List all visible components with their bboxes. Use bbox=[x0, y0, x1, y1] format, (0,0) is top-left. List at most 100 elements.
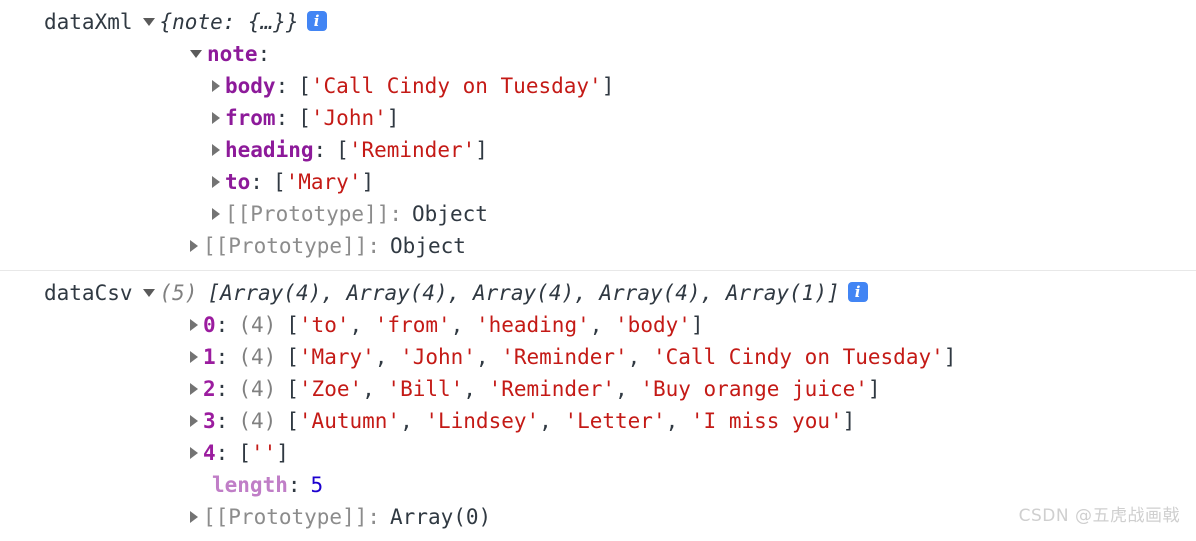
bracket-close: ] bbox=[386, 106, 400, 130]
variable-label-datacsv: dataCsv bbox=[44, 281, 133, 305]
string-value: 'I miss you' bbox=[690, 409, 843, 433]
console-row-index-2[interactable]: 2: (4) ['Zoe', 'Bill', 'Reminder', 'Buy or… bbox=[0, 373, 1196, 405]
bracket-close: ] bbox=[276, 441, 289, 465]
console-row-index-3[interactable]: 3: (4) ['Autumn', 'Lindsey', 'Letter', 'I … bbox=[0, 405, 1196, 437]
console-group-dataxml: dataXml {note: {…}} i note: body: ['Call Ci… bbox=[0, 0, 1196, 270]
colon: : bbox=[275, 74, 289, 98]
prototype-label: [[Prototype]] bbox=[203, 234, 368, 258]
disclosure-triangle-closed-icon[interactable] bbox=[212, 208, 220, 220]
bracket-open: [ bbox=[286, 345, 299, 369]
string-value: 'Letter' bbox=[564, 409, 666, 433]
string-value: 'to' bbox=[298, 313, 350, 337]
console-row-prototype-outer[interactable]: [[Prototype]]: Object bbox=[0, 230, 1196, 262]
console-row-body[interactable]: body: ['Call Cindy on Tuesday'] bbox=[0, 70, 1196, 102]
console-row-prototype-array[interactable]: [[Prototype]]: Array(0) bbox=[0, 501, 1196, 533]
disclosure-triangle-closed-icon[interactable] bbox=[190, 319, 198, 331]
string-value: 'heading' bbox=[475, 313, 590, 337]
comma: , bbox=[349, 313, 375, 337]
disclosure-triangle-open-icon[interactable] bbox=[142, 18, 155, 26]
array-index-key: 0 bbox=[203, 313, 216, 337]
comma: , bbox=[539, 409, 565, 433]
bracket-open: [ bbox=[238, 441, 251, 465]
console-row-note[interactable]: note: bbox=[0, 38, 1196, 70]
disclosure-triangle-closed-icon[interactable] bbox=[212, 176, 220, 188]
colon: : bbox=[367, 505, 381, 529]
console-row-datacsv-header[interactable]: dataCsv (5) [Array(4), Array(4), Array(4),… bbox=[0, 277, 1196, 309]
console-row-index-4[interactable]: 4: [''] bbox=[0, 437, 1196, 469]
string-value: 'Reminder' bbox=[488, 377, 616, 401]
colon: : bbox=[275, 106, 289, 130]
string-value-body: 'Call Cindy on Tuesday' bbox=[310, 74, 602, 98]
string-value-to: 'Mary' bbox=[285, 170, 362, 194]
colon: : bbox=[257, 42, 271, 66]
comma: , bbox=[362, 377, 388, 401]
disclosure-triangle-closed-icon[interactable] bbox=[212, 112, 220, 124]
array-length-count: (4) bbox=[238, 313, 277, 337]
disclosure-triangle-closed-icon[interactable] bbox=[190, 447, 198, 459]
string-value: 'Call Cindy on Tuesday' bbox=[652, 345, 944, 369]
colon: : bbox=[250, 170, 263, 194]
console-row-index-1[interactable]: 1: (4) ['Mary', 'John', 'Reminder', 'Call … bbox=[0, 341, 1196, 373]
property-key-to: to bbox=[225, 170, 251, 194]
string-value: 'Buy orange juice' bbox=[640, 377, 868, 401]
property-key-length: length bbox=[212, 473, 288, 497]
string-value: 'Reminder' bbox=[501, 345, 628, 369]
string-value: 'John' bbox=[400, 345, 476, 369]
string-value: 'Bill' bbox=[387, 377, 464, 401]
string-value: 'Autumn' bbox=[298, 409, 401, 433]
console-row-from[interactable]: from: ['John'] bbox=[0, 102, 1196, 134]
array-index-key: 2 bbox=[203, 377, 216, 401]
disclosure-triangle-closed-icon[interactable] bbox=[190, 351, 198, 363]
console-row-dataxml-header[interactable]: dataXml {note: {…}} i bbox=[0, 6, 1196, 38]
console-row-prototype-inner[interactable]: [[Prototype]]: Object bbox=[0, 198, 1196, 230]
comma: , bbox=[400, 409, 426, 433]
property-key-from: from bbox=[225, 106, 276, 130]
disclosure-triangle-closed-icon[interactable] bbox=[212, 80, 220, 92]
number-value-length: 5 bbox=[310, 473, 324, 497]
disclosure-triangle-open-icon[interactable] bbox=[190, 50, 202, 58]
bracket-close: ] bbox=[867, 377, 881, 401]
disclosure-triangle-closed-icon[interactable] bbox=[190, 383, 198, 395]
prototype-label: [[Prototype]] bbox=[225, 202, 390, 226]
array-index-key: 1 bbox=[203, 345, 216, 369]
colon: : bbox=[367, 234, 381, 258]
comma: , bbox=[627, 345, 653, 369]
string-value: 'from' bbox=[374, 313, 451, 337]
comma: , bbox=[374, 345, 401, 369]
comma: , bbox=[450, 313, 476, 337]
property-key-note: note bbox=[207, 42, 258, 66]
bracket-close: ] bbox=[601, 74, 615, 98]
colon: : bbox=[215, 441, 229, 465]
prototype-label: [[Prototype]] bbox=[203, 505, 368, 529]
disclosure-triangle-closed-icon[interactable] bbox=[190, 511, 198, 523]
array-index-key: 3 bbox=[203, 409, 216, 433]
bracket-close: ] bbox=[842, 409, 856, 433]
console-row-to[interactable]: to: ['Mary'] bbox=[0, 166, 1196, 198]
info-badge-icon[interactable]: i bbox=[306, 11, 327, 31]
disclosure-triangle-closed-icon[interactable] bbox=[190, 240, 198, 252]
colon: : bbox=[389, 202, 403, 226]
comma: , bbox=[589, 313, 616, 337]
disclosure-triangle-closed-icon[interactable] bbox=[190, 415, 198, 427]
info-badge-icon[interactable]: i bbox=[847, 282, 868, 302]
devtools-console-output: dataXml {note: {…}} i note: body: ['Call Ci… bbox=[0, 0, 1196, 541]
disclosure-triangle-closed-icon[interactable] bbox=[212, 144, 220, 156]
console-row-index-0[interactable]: 0: (4) ['to', 'from', 'heading', 'body'] bbox=[0, 309, 1196, 341]
string-value: 'body' bbox=[615, 313, 691, 337]
bracket-close: ] bbox=[943, 345, 957, 369]
colon: : bbox=[215, 409, 229, 433]
comma: , bbox=[463, 377, 489, 401]
colon: : bbox=[215, 377, 229, 401]
disclosure-triangle-open-icon[interactable] bbox=[142, 289, 155, 297]
string-value: 'Zoe' bbox=[298, 377, 363, 401]
string-value-empty: '' bbox=[250, 441, 277, 465]
console-group-datacsv: dataCsv (5) [Array(4), Array(4), Array(4),… bbox=[0, 270, 1196, 541]
bracket-open: [ bbox=[336, 138, 349, 162]
string-value: 'Lindsey' bbox=[425, 409, 540, 433]
console-row-heading[interactable]: heading: ['Reminder'] bbox=[0, 134, 1196, 166]
object-preview-dataxml: {note: {…}} bbox=[159, 10, 299, 34]
array-preview-datacsv: [Array(4), Array(4), Array(4), Array(4),… bbox=[207, 281, 840, 305]
string-value: 'Mary' bbox=[298, 345, 375, 369]
console-row-length: length: 5 bbox=[0, 469, 1196, 501]
bracket-close: ] bbox=[690, 313, 704, 337]
